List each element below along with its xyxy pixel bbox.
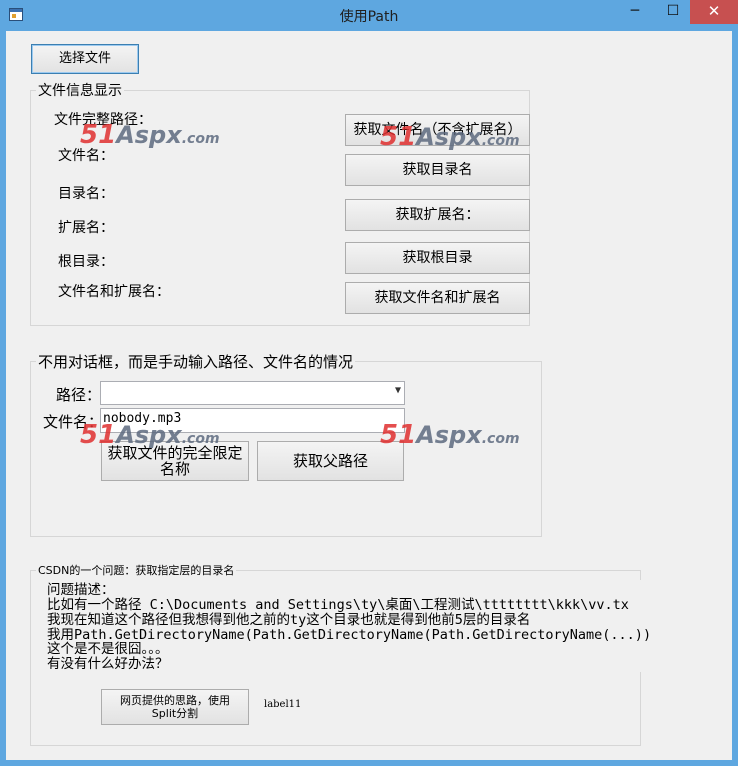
get-ext-button[interactable]: 获取扩展名： <box>345 199 530 231</box>
dir-name-label: 目录名： <box>58 186 114 202</box>
watermark-logo: 51Aspx.com <box>80 420 220 450</box>
question-line-6: 有没有什么好办法？ <box>47 656 169 672</box>
split-idea-button[interactable]: 网页提供的思路，使用Split分割 <box>101 689 249 725</box>
get-root-button[interactable]: 获取根目录 <box>345 242 530 274</box>
question-line-2: 比如有一个路径 C:\Documents and Settings\ty\桌面\… <box>47 597 629 613</box>
close-button[interactable]: ✕ <box>690 0 738 24</box>
watermark-logo: 51Aspx.com <box>380 420 520 450</box>
path-label: 路径： <box>56 386 102 404</box>
question-line-5: 这个是不是很囧。。。 <box>47 641 169 657</box>
question-line-3: 我现在知道这个路径但我想得到他之前的ty这个目录也就是得到他前5层的目录名 <box>47 612 531 628</box>
path-combobox[interactable]: ▼ <box>100 381 405 405</box>
name-ext-label: 文件名和扩展名： <box>58 284 170 300</box>
minimize-button[interactable]: ─ <box>615 0 655 24</box>
window-border-bottom <box>0 760 738 766</box>
ext-label: 扩展名： <box>58 220 114 236</box>
window-border-left <box>0 31 6 766</box>
window-border-right <box>732 31 738 766</box>
file-info-caption: 文件信息显示 <box>36 80 124 100</box>
csdn-caption: CSDN的一个问题：获取指定层的目录名 <box>36 562 237 578</box>
manual-input-caption: 不用对话框，而是手动输入路径、文件名的情况 <box>36 351 356 372</box>
select-file-button[interactable]: 选择文件 <box>31 44 139 74</box>
label11: label11 <box>264 699 302 710</box>
chevron-down-icon[interactable]: ▼ <box>395 385 401 396</box>
watermark-logo: 51Aspx.com <box>380 122 520 152</box>
get-name-ext-button[interactable]: 获取文件名和扩展名 <box>345 282 530 314</box>
question-textbox[interactable]: 问题描述： 比如有一个路径 C:\Documents and Settings\… <box>38 580 651 672</box>
get-dir-name-button[interactable]: 获取目录名 <box>345 154 530 186</box>
question-line-1: 问题描述： <box>47 582 115 598</box>
maximize-button[interactable]: ☐ <box>653 0 693 24</box>
root-label: 根目录： <box>58 254 114 270</box>
watermark-logo: 51Aspx.com <box>80 120 220 150</box>
